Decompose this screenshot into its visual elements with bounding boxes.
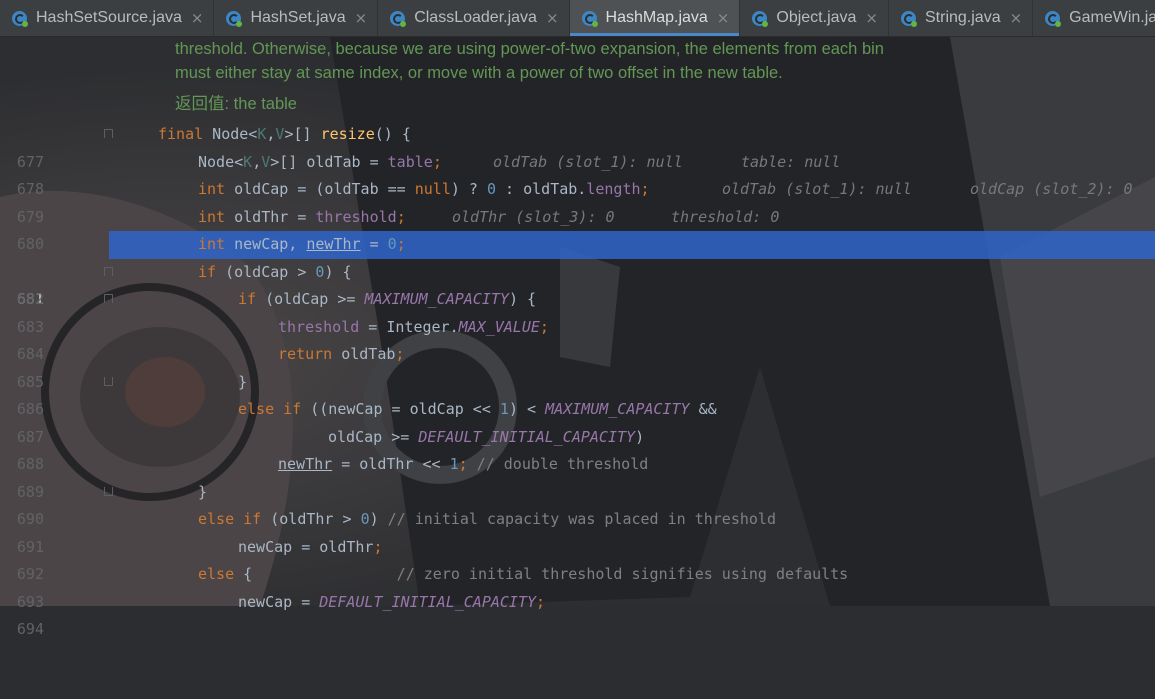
code-text: } [198,482,208,501]
code-line-683[interactable]: 683 if (oldCap >= MAXIMUM_CAPACITY) { [0,286,1155,336]
tab-classloader[interactable]: ClassLoader.java × [378,0,570,36]
tab-hashsetsource[interactable]: HashSetSource.java × [0,0,215,36]
java-class-icon [1045,10,1062,27]
inline-debug-value: oldCap (slot_2): 0 [970,180,1133,198]
close-icon[interactable]: × [355,9,368,27]
code-line-681-execution-point[interactable]: 681 int newCap, newThr = 0; [0,231,1155,308]
code-line-685[interactable]: 685 return oldTab; [0,341,1155,391]
code-text: newCap = DEFAULT_INITIAL_CAPACITY; [238,592,546,611]
code-line-691[interactable]: 691 else if (oldThr > 0) // initial capa… [0,506,1155,556]
tab-gamewin[interactable]: GameWin.java × [1033,0,1155,36]
inline-debug-value: oldThr (slot_3): 0 [452,207,615,226]
code-text: else if (oldThr > 0) // initial capacity… [198,510,776,528]
close-icon[interactable]: × [865,9,878,27]
tab-string[interactable]: String.java × [889,0,1034,36]
code-line-693[interactable]: 693 else { // zero initial threshold sig… [0,561,1155,611]
close-icon[interactable]: × [191,9,204,27]
tab-label: GameWin.java [1069,9,1155,26]
fold-end-marker-icon[interactable] [104,376,113,386]
code-line-679[interactable]: 679 int oldCap = (oldTab == null) ? 0 : … [0,176,1155,226]
fold-end-marker-icon[interactable] [104,486,113,496]
java-class-icon [901,10,917,27]
java-class-icon [581,10,598,27]
tab-label: HashMap.java [605,9,708,26]
code-text: final Node<K,V>[] resize() { [158,125,411,143]
code-line-684[interactable]: 684 threshold = Integer.MAX_VALUE; [0,314,1155,364]
tab-label: String.java [925,9,1001,26]
doc-returns-text: the table [229,95,297,113]
code-line-677[interactable]: 677 final Node<K,V>[] resize() { [0,121,1155,171]
tab-label: ClassLoader.java [414,9,537,26]
code-text: int oldCap = (oldTab == null) ? 0 : oldT… [198,180,650,198]
code-line-680[interactable]: 680 int oldThr = threshold; oldThr (slot… [0,204,1155,254]
tab-hashmap[interactable]: HashMap.java × [569,0,741,36]
code-line-690[interactable]: 690 } [0,479,1155,529]
fold-marker-icon[interactable] [104,266,113,276]
fold-marker-icon[interactable] [104,129,113,138]
fold-marker-icon[interactable] [104,294,113,303]
inline-debug-value: threshold: 0 [671,207,780,226]
code-text: else if ((newCap = oldCap << 1) < MAXIMU… [238,400,717,418]
code-line-686[interactable]: 686 } [0,369,1155,419]
editor-tab-bar: HashSetSource.java × HashSet.java × Clas… [0,0,1155,37]
inline-debug-value: oldTab (slot_1): null [493,152,683,171]
code-text: threshold = Integer.MAX_VALUE; [278,317,549,336]
close-icon[interactable]: × [1010,9,1023,27]
code-text: Node<K,V>[] oldTab = table; [198,152,442,171]
code-line-678[interactable]: 678 Node<K,V>[] oldTab = table; oldTab (… [0,149,1155,199]
code-line-694[interactable]: 694 newCap = DEFAULT_INITIAL_CAPACITY; [0,589,1155,639]
java-class-icon [12,10,28,27]
code-text: oldCap >= DEFAULT_INITIAL_CAPACITY) [328,427,645,446]
inline-debug-value: table: null [741,152,841,171]
tab-label: Object.java [776,9,857,26]
code-text: newThr = oldThr << 1; // double threshol… [278,455,649,473]
doc-line: threshold. Otherwise, because we are usi… [175,40,884,58]
code-text: else { // zero initial threshold signifi… [198,565,849,583]
code-text: if (oldCap > 0) { [198,262,352,281]
doc-line: must either stay at same index, or move … [175,64,783,82]
tab-hashset[interactable]: HashSet.java × [214,0,379,36]
code-text: if (oldCap >= MAXIMUM_CAPACITY) { [238,290,537,308]
code-text: return oldTab; [278,345,405,363]
doc-returns-label: 返回值: [175,95,230,113]
close-icon[interactable]: × [546,9,559,27]
code-line-688[interactable]: 688 oldCap >= DEFAULT_INITIAL_CAPACITY) [0,424,1155,474]
code-text: int newCap, newThr = 0; [198,235,406,253]
rendered-doc-comment: threshold. Otherwise, because we are usi… [0,37,1155,122]
code-text: int oldThr = threshold; [198,207,406,226]
close-icon[interactable]: × [717,9,730,27]
code-editor[interactable]: 677 final Node<K,V>[] resize() { 678 Nod… [0,121,1155,639]
java-class-icon [390,10,407,27]
code-line-687[interactable]: 687 else if ((newCap = oldCap << 1) < MA… [0,396,1155,446]
code-text: } [238,372,248,391]
code-line-692[interactable]: 692 newCap = oldThr; [0,534,1155,584]
tab-label: HashSet.java [250,9,346,26]
inline-debug-value: oldTab (slot_1): null [722,180,912,198]
code-text: newCap = oldThr; [238,537,383,556]
line-number[interactable]: 694 [0,616,44,644]
tab-label: HashSetSource.java [36,9,182,26]
java-class-icon [752,10,769,27]
doc-returns: 返回值: the table [175,90,297,114]
tab-object[interactable]: Object.java × [740,0,889,36]
code-line-689[interactable]: 689 newThr = oldThr << 1; // double thre… [0,451,1155,501]
java-class-icon [226,10,243,27]
code-line-682[interactable]: 682 if (oldCap > 0) { [0,259,1155,309]
